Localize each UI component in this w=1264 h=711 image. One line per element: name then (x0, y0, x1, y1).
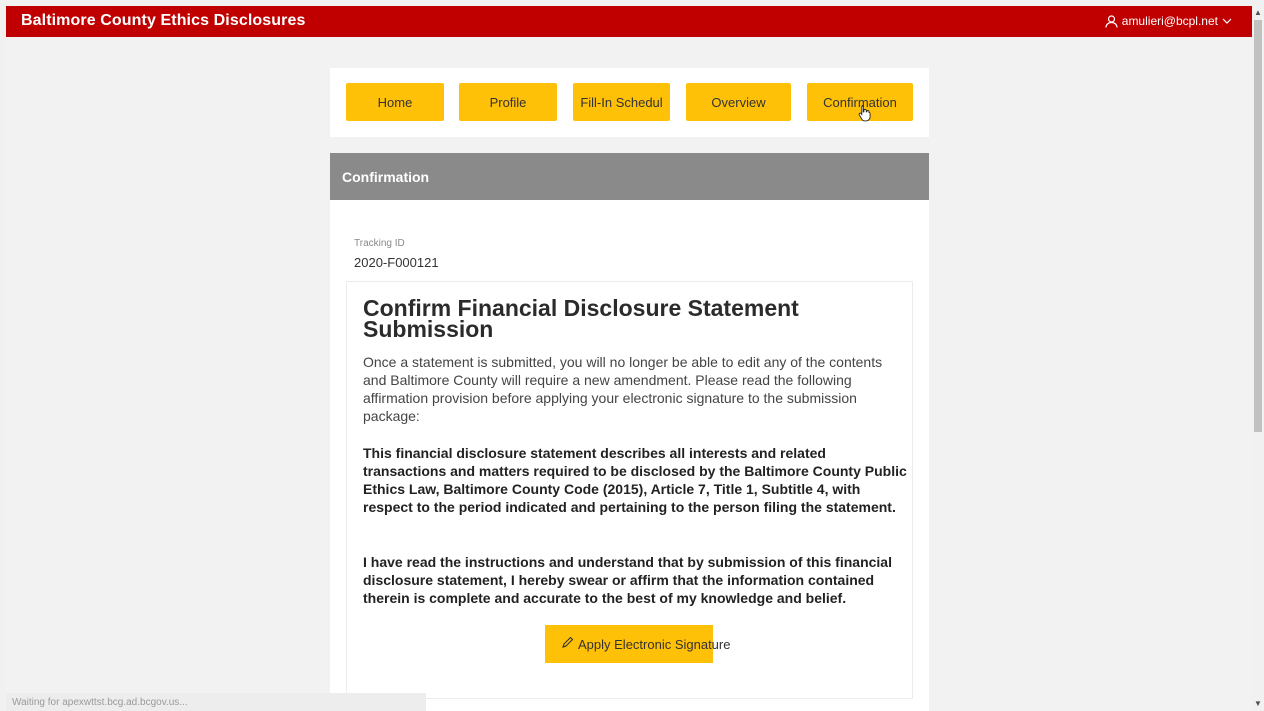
browser-viewport: Baltimore County Ethics Disclosures amul… (6, 6, 1252, 711)
user-email: amulieri@bcpl.net (1121, 14, 1218, 28)
nav-overview-button[interactable]: Overview (686, 83, 791, 121)
scroll-thumb[interactable] (1254, 20, 1262, 432)
scroll-up-arrow-icon[interactable]: ▲ (1254, 8, 1262, 18)
confirm-intro-text: Once a statement is submitted, you will … (363, 354, 883, 424)
pencil-icon (561, 636, 574, 652)
confirm-submission-card: Confirm Financial Disclosure Statement S… (346, 281, 913, 699)
apply-signature-label: Apply Electronic Signature (578, 636, 731, 652)
confirm-heading: Confirm Financial Disclosure Statement S… (363, 295, 799, 342)
panel-header: Confirmation (330, 153, 929, 200)
panel-title: Confirmation (342, 169, 430, 185)
scroll-down-arrow-icon[interactable]: ▼ (1254, 699, 1262, 709)
chevron-down-icon (1222, 17, 1232, 25)
affirmation-oath: I have read the instructions and underst… (363, 554, 892, 606)
apply-electronic-signature-button[interactable]: Apply Electronic Signature (545, 625, 730, 663)
nav-fill-in-schedules-button[interactable]: Fill-In Schedul (573, 83, 670, 121)
vertical-scrollbar[interactable]: ▲ ▼ (1252, 6, 1264, 711)
nav-profile-button[interactable]: Profile (459, 83, 557, 121)
nav-confirmation-button[interactable]: Confirmation (807, 83, 913, 121)
affirmation-statement: This financial disclosure statement desc… (363, 445, 907, 515)
tracking-id-label: Tracking ID (354, 238, 405, 249)
tracking-id-value: 2020-F000121 (354, 255, 439, 270)
browser-status-bar: Waiting for apexwttst.bcg.ad.bcgov.us... (6, 693, 426, 711)
user-menu[interactable]: amulieri@bcpl.net (1105, 14, 1232, 28)
user-icon (1105, 14, 1118, 28)
app-title[interactable]: Baltimore County Ethics Disclosures (21, 12, 305, 30)
top-navbar: Baltimore County Ethics Disclosures amul… (6, 6, 1252, 37)
nav-home-button[interactable]: Home (346, 83, 444, 121)
wizard-nav: Home Profile Fill-In Schedul Overview Co… (330, 68, 929, 137)
confirmation-panel: Confirmation Tracking ID 2020-F000121 Co… (330, 153, 929, 711)
